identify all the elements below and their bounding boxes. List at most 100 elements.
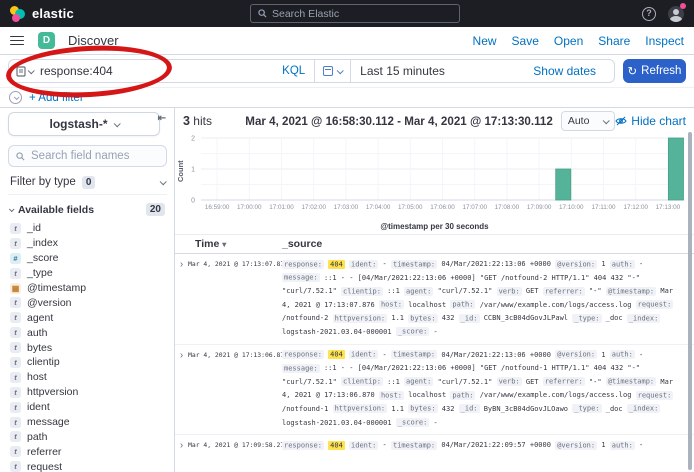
interval-select[interactable]: Auto [561, 111, 615, 131]
help-icon[interactable]: ? [642, 7, 656, 21]
field-name: agent [27, 312, 53, 324]
field-item-message[interactable]: t message [8, 415, 166, 430]
field-value: 04/Mar/2021:22:09:57 +0000 [441, 441, 551, 449]
field-item-auth[interactable]: tauth [8, 325, 166, 340]
string-field-icon: t [10, 461, 21, 472]
highlighted-value: 404 [328, 260, 345, 269]
field-badge: request: [636, 391, 674, 400]
string-field-icon: t [10, 417, 21, 428]
field-badge: bytes: [408, 314, 437, 323]
field-name: host [27, 371, 47, 383]
table-body: ›Mar 4, 2021 @ 17:13:07.876response: 404… [175, 254, 694, 454]
field-name: auth [27, 327, 47, 339]
action-save[interactable]: Save [512, 34, 539, 48]
action-inspect[interactable]: Inspect [645, 34, 684, 48]
tick-label: 17:12:00 [623, 204, 648, 211]
field-name: clientip [27, 356, 60, 368]
field-value: - [639, 260, 643, 268]
field-badge: timestamp: [391, 350, 437, 359]
field-value: GET [526, 287, 539, 295]
menu-icon[interactable] [10, 36, 24, 46]
action-share[interactable]: Share [598, 34, 630, 48]
vertical-scrollbar[interactable] [688, 132, 692, 470]
documents-table: Time ▾ _source ›Mar 4, 2021 @ 17:13:07.8… [175, 234, 694, 454]
refresh-button[interactable]: ↻ Refresh [623, 59, 686, 83]
filter-by-type-control[interactable]: Filter by type 0 [8, 174, 167, 195]
time-range-value[interactable]: Last 15 minutes [360, 64, 445, 78]
field-item-clientip[interactable]: t clientip [8, 355, 166, 370]
field-item-ident[interactable]: tident [8, 400, 166, 415]
field-item-host[interactable]: thost [8, 370, 166, 385]
chevron-down-icon [160, 178, 167, 185]
field-badge: ident: [349, 441, 378, 450]
field-name: path [27, 431, 47, 443]
row-source: response: 404 ident: - timestamp: 04/Mar… [282, 258, 694, 340]
field-value: "curl/7.52.1" [438, 287, 493, 295]
highlighted-value: 404 [328, 441, 345, 450]
elastic-logo[interactable]: elastic [10, 6, 74, 22]
query-language-button[interactable]: KQL [273, 60, 315, 82]
field-badge: _id: [459, 404, 480, 413]
field-item-request[interactable]: trequest [8, 459, 166, 472]
sort-desc-icon: ▾ [222, 240, 226, 249]
field-item-_index[interactable]: t_index [8, 236, 166, 251]
field-item-agent[interactable]: tagent [8, 310, 166, 325]
field-badge: _index: [627, 404, 661, 413]
field-item-path[interactable]: tpath [8, 429, 166, 444]
field-value: - [434, 419, 438, 427]
histogram-bar[interactable] [668, 138, 683, 200]
field-item-@timestamp[interactable]: ▦@timestamp [8, 281, 166, 296]
global-search-input[interactable]: Search Elastic [250, 4, 460, 23]
field-name: message [27, 416, 70, 428]
show-dates-link[interactable]: Show dates [533, 64, 605, 78]
available-fields-header[interactable]: Available fields 20 [8, 203, 166, 216]
histogram-bar[interactable] [556, 169, 571, 200]
field-badge: _score: [396, 418, 430, 427]
chevron-down-icon [28, 67, 35, 74]
field-name: referrer [27, 446, 61, 458]
expand-row-icon[interactable]: › [175, 439, 188, 454]
row-source: response: 404 ident: - timestamp: 04/Mar… [282, 349, 694, 431]
expand-row-icon[interactable]: › [175, 349, 188, 431]
tick-label: 17:02:00 [301, 204, 326, 211]
field-value: /var/www/example.com/logs/access.log [480, 391, 632, 399]
field-value: GET [526, 378, 539, 386]
hide-chart-link[interactable]: Hide chart [615, 114, 686, 128]
filter-options-icon[interactable] [9, 91, 22, 104]
date-picker-button[interactable] [315, 60, 351, 82]
field-item-httpversion[interactable]: thttpversion [8, 385, 166, 400]
tick-label: 17:11:00 [591, 204, 616, 211]
time-range-segment: Last 15 minutes Show dates [351, 64, 614, 78]
field-badge: @version: [555, 350, 597, 359]
field-item-@version[interactable]: t@version [8, 295, 166, 310]
field-badge: host: [379, 391, 404, 400]
field-value: 1 [601, 351, 605, 359]
field-value: 432 [442, 405, 455, 413]
field-item-_score[interactable]: #_score [8, 251, 166, 266]
field-item-bytes[interactable]: tbytes [8, 340, 166, 355]
column-header-time[interactable]: Time ▾ [175, 238, 282, 250]
field-badge: verb: [497, 287, 522, 296]
global-search-placeholder: Search Elastic [272, 8, 339, 20]
field-badge: ident: [349, 260, 378, 269]
field-badge: agent: [404, 377, 433, 386]
field-item-referrer[interactable]: treferrer [8, 444, 166, 459]
saved-query-icon[interactable] [9, 66, 40, 77]
query-input[interactable]: response:404 [40, 64, 273, 78]
field-item-_type[interactable]: t_type [8, 266, 166, 281]
date-field-icon: ▦ [10, 283, 21, 294]
collapse-sidebar-icon[interactable]: ⇤ [158, 113, 166, 124]
action-open[interactable]: Open [554, 34, 583, 48]
refresh-icon: ↻ [628, 64, 638, 78]
field-name: bytes [27, 342, 52, 354]
field-badge: @timestamp: [606, 377, 656, 386]
index-pattern-selector[interactable]: logstash-* ⇤ [8, 112, 160, 136]
tick-label: 16:59:00 [205, 204, 230, 211]
table-row: ›Mar 4, 2021 @ 17:13:06.870response: 404… [175, 345, 694, 436]
field-search-input[interactable]: Search field names [8, 145, 167, 167]
add-filter-link[interactable]: + Add filter [29, 92, 84, 104]
action-new[interactable]: New [473, 34, 497, 48]
expand-row-icon[interactable]: › [175, 258, 188, 340]
string-field-icon: t [10, 357, 21, 368]
field-item-_id[interactable]: t_id [8, 221, 166, 236]
